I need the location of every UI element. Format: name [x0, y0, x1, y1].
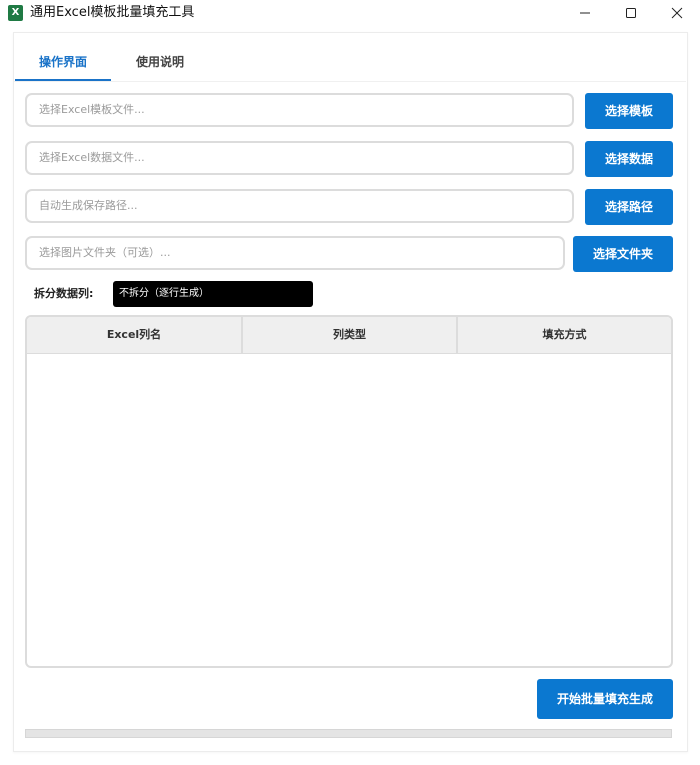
select-data-button[interactable]: 选择数据 [585, 141, 673, 177]
table-header: Excel列名 列类型 填充方式 [27, 317, 671, 354]
progress-bar [25, 729, 672, 738]
column-header-excel-name[interactable]: Excel列名 [27, 317, 243, 353]
close-button[interactable] [654, 0, 700, 27]
select-folder-button[interactable]: 选择文件夹 [573, 236, 673, 272]
save-path-input[interactable]: 自动生成保存路径... [25, 189, 574, 223]
data-file-input[interactable]: 选择Excel数据文件... [25, 141, 574, 175]
split-column-label: 拆分数据列: [34, 287, 94, 300]
tab-divider [14, 81, 686, 82]
column-header-fill-method[interactable]: 填充方式 [458, 317, 671, 353]
minimize-icon [580, 12, 590, 14]
split-column-select[interactable]: 不拆分（逐行生成） [113, 281, 313, 307]
close-icon [671, 7, 683, 19]
template-file-input[interactable]: 选择Excel模板文件... [25, 93, 574, 127]
maximize-icon [626, 8, 636, 18]
column-mapping-table: Excel列名 列类型 填充方式 [25, 315, 673, 668]
maximize-button[interactable] [608, 0, 654, 27]
tab-help-label: 使用说明 [135, 55, 184, 69]
image-folder-input[interactable]: 选择图片文件夹（可选）... [25, 236, 565, 270]
tab-operate[interactable]: 操作界面 [15, 52, 111, 82]
minimize-button[interactable] [562, 0, 608, 27]
tab-operate-label: 操作界面 [38, 55, 87, 69]
excel-app-icon: X [8, 5, 23, 21]
select-template-button[interactable]: 选择模板 [585, 93, 673, 129]
select-path-button[interactable]: 选择路径 [585, 189, 673, 225]
title-bar: X 通用Excel模板批量填充工具 [0, 0, 700, 27]
column-header-column-type[interactable]: 列类型 [243, 317, 458, 353]
start-batch-fill-button[interactable]: 开始批量填充生成 [537, 679, 673, 719]
window-title: 通用Excel模板批量填充工具 [30, 5, 195, 20]
tab-help[interactable]: 使用说明 [112, 52, 208, 82]
